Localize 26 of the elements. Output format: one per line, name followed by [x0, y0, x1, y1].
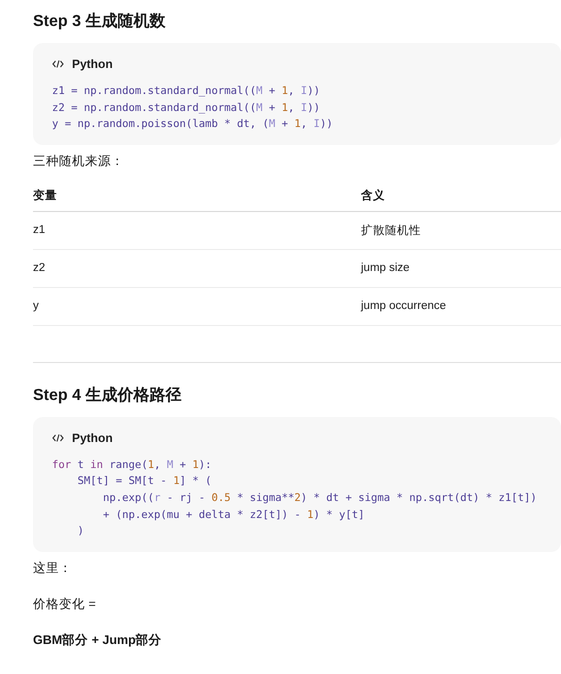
column-header: 含义 [361, 188, 385, 204]
code-line: z1 = np.random.standard_normal((M + 1, I)) [52, 84, 320, 99]
table-cell: y [33, 300, 39, 312]
code-line: + (np.exp(mu + delta * z2[t]) - 1) * y[t] [102, 508, 365, 523]
section-heading: Step 4 生成价格路径 [33, 386, 182, 406]
code-line: ) [76, 524, 84, 540]
language-label: Python [72, 57, 113, 71]
code-line: SM[t] = SM[t - 1] * ( [76, 474, 212, 490]
code-line: for t in range(1, M + 1): [52, 458, 212, 473]
paragraph: GBM部分 + Jump部分 [33, 632, 162, 649]
code-icon [52, 432, 64, 443]
table-cell: z1 [33, 224, 46, 236]
code-icon [52, 59, 64, 69]
table-cell-text: 扩散随机性 [361, 223, 421, 238]
column-header: 变量 [33, 188, 57, 204]
table-cell: jump size [361, 262, 410, 274]
paragraph: 价格变化 = [33, 596, 96, 613]
table-cell: jump occurrence [361, 300, 446, 312]
section-heading: Step 3 生成随机数 [33, 12, 166, 32]
paragraph: 三种随机来源： [33, 152, 124, 170]
code-line: z2 = np.random.standard_normal((M + 1, I)) [52, 100, 320, 116]
language-label: Python [72, 430, 113, 445]
code-line: y = np.random.poisson(lamb * dt, (M + 1, I)) [52, 117, 333, 132]
code-line: np.exp((r - rj - 0.5 * sigma**2) * dt + sigma * np.sqrt(dt) * z1[t]) [102, 490, 537, 506]
table-cell: z2 [33, 262, 46, 274]
paragraph: 这里： [33, 560, 72, 577]
